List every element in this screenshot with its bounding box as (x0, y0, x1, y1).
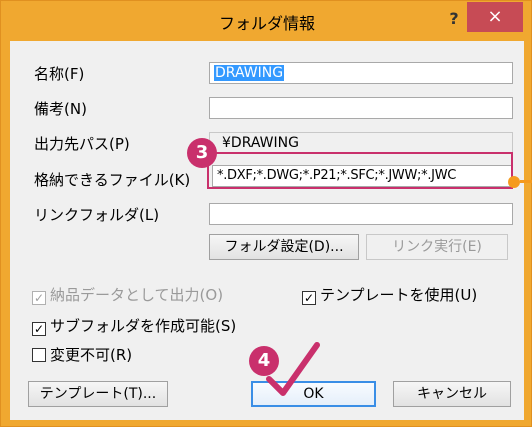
storable-files-label: 格納できるファイル(K) (34, 171, 191, 189)
use-template-checkbox[interactable]: ✓ テンプレートを使用(U) (302, 286, 477, 305)
not-editable-checkbox[interactable]: 変更不可(R) (32, 346, 132, 364)
output-path-field: ¥DRAWING (209, 132, 513, 154)
allow-subfolders-checkbox[interactable]: ✓ サブフォルダを作成可能(S) (32, 317, 236, 336)
output-as-delivery-label: 納品データとして出力(O) (50, 286, 224, 304)
title-bar: フォルダ情報 ? × (1, 1, 532, 41)
folder-info-dialog: フォルダ情報 ? × 名称(F) DRAWING 備考(N) 出力先パス(P) … (0, 0, 532, 427)
folder-settings-button[interactable]: フォルダ設定(D)... (209, 234, 359, 260)
close-button[interactable]: × (467, 2, 523, 32)
callout-dot (508, 176, 520, 188)
name-value: DRAWING (214, 65, 285, 81)
cancel-button[interactable]: キャンセル (393, 381, 511, 407)
callout-leader-line (520, 180, 532, 183)
not-editable-label: 変更不可(R) (50, 346, 133, 364)
remarks-input[interactable] (209, 97, 513, 119)
link-folder-label: リンクフォルダ(L) (34, 206, 160, 224)
check-mark-icon (266, 342, 320, 396)
help-button[interactable]: ? (439, 5, 469, 33)
output-as-delivery-checkbox[interactable]: ✓ 納品データとして出力(O) (32, 286, 223, 305)
checkbox-box: ✓ (32, 322, 46, 336)
storable-files-highlight (207, 152, 513, 189)
template-button[interactable]: テンプレート(T)... (28, 381, 168, 407)
checkbox-box: ✓ (32, 291, 46, 305)
remarks-label: 備考(N) (34, 100, 87, 118)
output-path-label: 出力先パス(P) (34, 135, 130, 153)
step-3-badge: 3 (187, 138, 217, 168)
checkbox-box: ✓ (302, 291, 316, 305)
output-path-value: ¥DRAWING (222, 135, 299, 151)
use-template-label: テンプレートを使用(U) (320, 286, 478, 304)
name-input[interactable]: DRAWING (209, 62, 513, 84)
checkbox-box (32, 348, 46, 362)
name-label: 名称(F) (34, 65, 85, 83)
allow-subfolders-label: サブフォルダを作成可能(S) (50, 317, 237, 335)
link-folder-input[interactable] (209, 203, 513, 225)
link-run-button[interactable]: リンク実行(E) (366, 234, 508, 260)
